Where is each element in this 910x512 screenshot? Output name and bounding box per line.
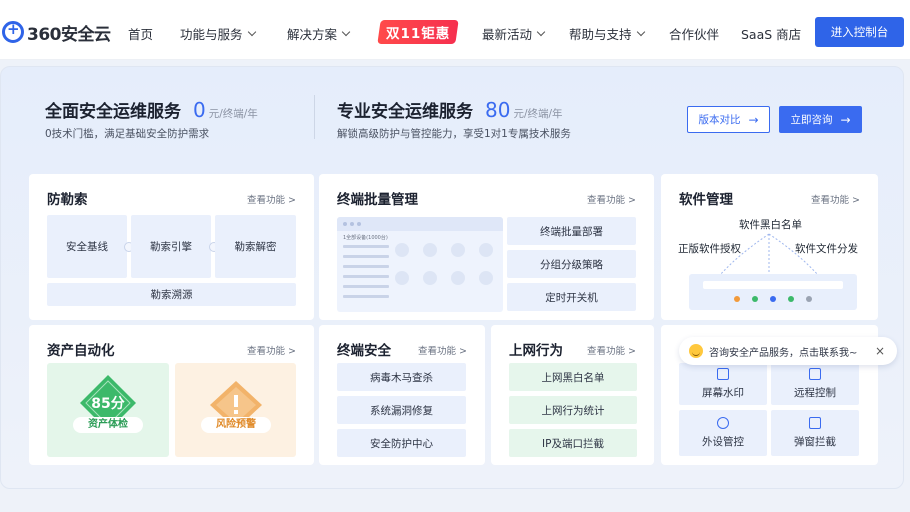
tile-protection-center[interactable]: 安全防护中心 (337, 429, 466, 457)
card-title: 终端批量管理 (337, 192, 418, 208)
consult-chat-bubble[interactable]: 咨询安全产品服务，点击联系我~ × (679, 337, 897, 365)
shield-icon (717, 417, 729, 429)
tile-web-whitelist[interactable]: 上网黑白名单 (509, 363, 637, 391)
card-title: 上网行为 (509, 343, 563, 359)
window-icon (809, 417, 821, 429)
software-license-label[interactable]: 正版软件授权 (678, 241, 741, 256)
nav-item-help[interactable]: 帮助与支持 (569, 24, 645, 43)
tile-batch-deploy[interactable]: 终端批量部署 (507, 217, 636, 245)
product-panel: 全面安全运维服务 0 元/终端/年 0技术门槛，满足基础安全防护需求 专业安全运… (0, 66, 904, 489)
risk-warning-label: 风险预警 (201, 417, 271, 433)
tile-virus-scan[interactable]: 病毒木马查杀 (337, 363, 466, 391)
pro-plan-title: 专业安全运维服务 80 元/终端/年 (337, 98, 563, 122)
tile-ransom-trace[interactable]: 勒索溯源 (47, 283, 296, 306)
tile-vuln-repair[interactable]: 系统漏洞修复 (337, 396, 466, 424)
tile-ip-port-block[interactable]: IP及端口拦截 (509, 429, 637, 457)
card-batch-management: 终端批量管理 查看功能 > 1全部设备(1000台) 终端批量部署 分组分级策略… (319, 174, 654, 320)
view-features-link[interactable]: 查看功能 > (418, 343, 467, 357)
chevron-down-icon (636, 27, 645, 36)
watermark-icon (717, 368, 729, 380)
view-features-link[interactable]: 查看功能 > (811, 192, 860, 206)
close-icon[interactable]: × (875, 344, 885, 358)
chat-text: 咨询安全产品服务，点击联系我~ (709, 347, 858, 359)
top-nav: 360安全云 首页 功能与服务 解决方案 双11钜惠 最新活动 帮助与支持 合作… (0, 0, 910, 60)
tile-scheduled-power[interactable]: 定时开关机 (507, 283, 636, 311)
basic-plan-price: 0 (193, 98, 206, 122)
pro-plan-price: 80 (485, 98, 511, 122)
tile-remote-control[interactable]: 远程控制 (771, 363, 859, 405)
nav-item-events[interactable]: 最新活动 (482, 24, 546, 43)
nav-item-home[interactable]: 首页 (128, 24, 153, 43)
tile-security-baseline[interactable]: 安全基线 (47, 215, 127, 278)
tile-group-policy[interactable]: 分组分级策略 (507, 250, 636, 278)
version-compare-button[interactable]: 版本对比 → (687, 106, 770, 133)
card-internet-behavior: 上网行为 查看功能 > 上网黑白名单 上网行为统计 IP及端口拦截 (491, 325, 654, 465)
tile-ransom-decrypt[interactable]: 勒索解密 (215, 215, 296, 278)
asset-check-panel[interactable]: 85分 资产体检 (47, 363, 169, 457)
chevron-down-icon (536, 27, 546, 36)
hero-divider (314, 95, 315, 139)
promo-banner[interactable]: 双11钜惠 (377, 20, 459, 44)
card-endpoint-security: 终端安全 查看功能 > 病毒木马查杀 系统漏洞修复 安全防护中心 (319, 325, 485, 465)
chevron-down-icon (341, 27, 351, 36)
tile-screen-watermark[interactable]: 屏幕水印 (679, 363, 767, 405)
tile-peripheral-control[interactable]: 外设管控 (679, 410, 767, 456)
chevron-down-icon (247, 27, 256, 36)
software-whitelist-label[interactable]: 软件黑白名单 (739, 217, 802, 232)
card-ransomware: 防勒索 查看功能 > 安全基线 勒索引擎 勒索解密 勒索溯源 (29, 174, 314, 320)
view-features-link[interactable]: 查看功能 > (587, 192, 636, 206)
card-title: 软件管理 (679, 192, 733, 208)
tile-web-stats[interactable]: 上网行为统计 (509, 396, 637, 424)
logo[interactable]: 360安全云 (2, 20, 111, 45)
card-title: 防勒索 (47, 192, 88, 208)
device-list-screenshot: 1全部设备(1000台) (337, 217, 503, 312)
tile-ransom-engine[interactable]: 勒索引擎 (131, 215, 211, 278)
arrow-right-icon: → (748, 112, 759, 127)
basic-plan-title: 全面安全运维服务 0 元/终端/年 (45, 98, 258, 122)
arrow-right-icon: → (840, 112, 851, 127)
view-features-link[interactable]: 查看功能 > (247, 343, 296, 357)
view-features-link[interactable]: 查看功能 > (247, 192, 296, 206)
monitor-icon (809, 368, 821, 380)
card-software-management: 软件管理 查看功能 > 软件黑白名单 正版软件授权 软件文件分发 (661, 174, 878, 320)
basic-plan-desc: 0技术门槛，满足基础安全防护需求 (45, 128, 210, 140)
nav-item-partners[interactable]: 合作伙伴 (669, 24, 719, 43)
enter-console-button[interactable]: 进入控制台 (815, 17, 904, 47)
nav-item-saas-store[interactable]: SaaS 商店 (741, 24, 801, 43)
nav-item-solutions[interactable]: 解决方案 (287, 24, 351, 43)
risk-warning-panel[interactable]: 风险预警 (175, 363, 296, 457)
software-distribution-label[interactable]: 软件文件分发 (795, 241, 858, 256)
logo-text: 360安全云 (27, 24, 111, 45)
card-title: 资产自动化 (47, 343, 115, 359)
card-asset-automation: 资产自动化 查看功能 > 85分 资产体检 风险预警 (29, 325, 314, 465)
card-title: 终端安全 (337, 343, 391, 359)
pro-plan-desc: 解锁高级防护与管控能力，享受1对1专属技术服务 (337, 128, 571, 140)
asset-score: 85分 (91, 396, 125, 412)
view-features-link[interactable]: 查看功能 > (587, 343, 636, 357)
logo-icon (2, 20, 24, 43)
tile-popup-block[interactable]: 弹窗拦截 (771, 410, 859, 456)
asset-check-label: 资产体检 (73, 417, 143, 433)
basic-plan-unit: 元/终端/年 (208, 108, 258, 120)
consult-now-button[interactable]: 立即咨询 → (779, 106, 862, 133)
pro-plan-unit: 元/终端/年 (513, 108, 563, 120)
smile-emoji-icon (689, 344, 703, 358)
nav-item-features[interactable]: 功能与服务 (180, 24, 256, 43)
